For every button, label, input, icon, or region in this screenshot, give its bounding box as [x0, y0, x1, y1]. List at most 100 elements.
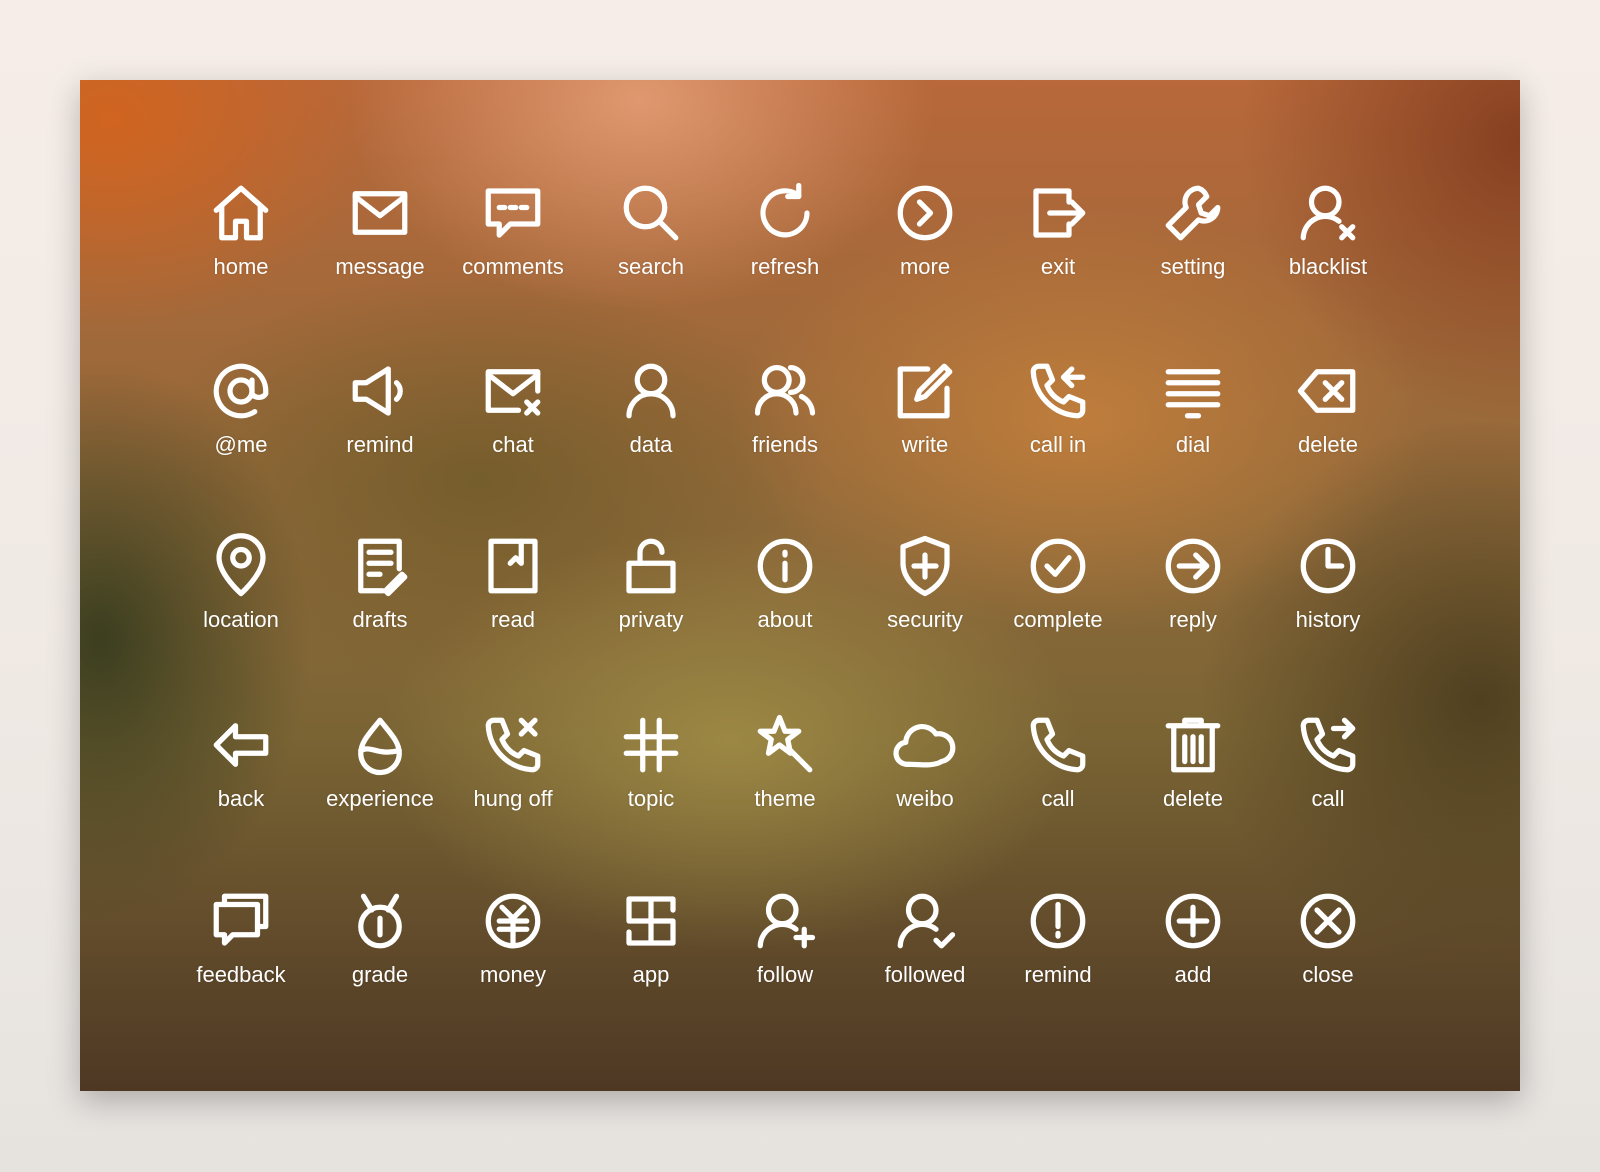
home-icon [213, 185, 269, 241]
icon-tile-read: read [448, 533, 578, 633]
drop-icon [358, 717, 402, 776]
icon-tile-experience: experience [315, 712, 445, 812]
icon-tile-exit: exit [993, 180, 1123, 280]
icon-tile-call: call [1263, 712, 1393, 812]
plus-circle-icon [1165, 893, 1221, 949]
icon-label: more [899, 254, 951, 279]
icon-label: delete [1298, 432, 1358, 457]
icon-label: exit [1040, 254, 1076, 279]
alert-circle-icon [1030, 893, 1086, 949]
icon-tile-followed: followed [860, 888, 990, 988]
phone-x-icon [485, 717, 541, 773]
icon-tile-privaty: privaty [586, 533, 716, 633]
icon-label: experience [326, 786, 434, 811]
icon-tile-me: @me [176, 358, 306, 458]
icon-tile-chat: chat [448, 358, 578, 458]
icon-tile-follow: follow [720, 888, 850, 988]
icon-tile-friends: friends [720, 358, 850, 458]
icon-label: theme [754, 786, 816, 811]
icon-tile-hung-off: hung off [448, 712, 578, 812]
chevron-circle-right-icon [897, 185, 953, 241]
icon-label: delete [1163, 786, 1223, 811]
location-pin-icon [216, 533, 266, 597]
icon-tile-close: close [1263, 888, 1393, 988]
users-icon [754, 365, 816, 416]
icon-label: @me [214, 432, 268, 457]
icon-label: call [1041, 786, 1075, 811]
icon-tile-money: money [448, 888, 578, 988]
icon-tile-search: search [586, 180, 716, 280]
app-icon [626, 896, 676, 946]
user-x-icon [1300, 185, 1356, 241]
icon-label: back [217, 786, 265, 811]
icon-label: blacklist [1288, 254, 1368, 279]
icon-tile-remind: remind [993, 888, 1123, 988]
icon-tile-call-in: call in [993, 358, 1123, 458]
draft-icon [358, 538, 408, 597]
icon-label: complete [1013, 607, 1103, 632]
icon-label: chat [492, 432, 534, 457]
icon-tile-history: history [1263, 533, 1393, 633]
trash-icon [1165, 717, 1221, 773]
check-circle-icon [1030, 538, 1086, 594]
icon-label: friends [751, 432, 819, 457]
phone-incoming-icon [1030, 363, 1086, 419]
x-circle-icon [1300, 893, 1356, 949]
icon-tile-theme: theme [720, 712, 850, 812]
icon-tile-location: location [176, 533, 306, 633]
icon-set-panel: home message comments search refresh more exit… [80, 80, 1520, 1091]
icon-tile-setting: setting [1128, 180, 1258, 280]
icon-tile-delete: delete [1128, 712, 1258, 812]
icon-label: write [901, 432, 949, 457]
clock-icon [1300, 538, 1356, 594]
envelope-x-icon [485, 369, 541, 416]
icon-tile-dial: dial [1128, 358, 1258, 458]
user-plus-icon [757, 893, 816, 949]
comment-bubble-icon [485, 188, 541, 238]
icon-label: home [213, 254, 269, 279]
icon-label: remind [1024, 962, 1092, 987]
icon-tile-app: app [586, 888, 716, 988]
info-icon [757, 538, 813, 594]
cloud-icon [893, 723, 956, 768]
backspace-icon [1297, 369, 1356, 413]
icon-label: call in [1029, 432, 1087, 457]
user-icon [626, 363, 676, 419]
icon-tile-more: more [860, 180, 990, 280]
arrow-circle-right-icon [1165, 538, 1221, 594]
icon-tile-data: data [586, 358, 716, 458]
icon-label: refresh [750, 254, 820, 279]
icon-tile-about: about [720, 533, 850, 633]
magic-star-icon [757, 714, 813, 773]
phone-outgoing-icon [1300, 717, 1356, 773]
icon-tile-add: add [1128, 888, 1258, 988]
unlock-icon [626, 538, 676, 594]
icon-label: remind [346, 432, 414, 457]
exit-icon [1033, 188, 1086, 238]
icon-tile-feedback: feedback [176, 888, 306, 988]
icon-label: dial [1175, 432, 1211, 457]
icon-tile-message: message [315, 180, 445, 280]
icon-tile-drafts: drafts [315, 533, 445, 633]
icon-label: history [1295, 607, 1361, 632]
edit-icon [897, 363, 953, 419]
icon-label: privaty [618, 607, 684, 632]
grade-icon [358, 893, 402, 949]
icon-label: setting [1160, 254, 1226, 279]
arrow-left-icon [213, 723, 269, 767]
book-icon [488, 538, 538, 594]
icon-tile-security: security [860, 533, 990, 633]
icon-label: weibo [896, 786, 954, 811]
icon-tile-back: back [176, 712, 306, 812]
icon-label: hung off [473, 786, 553, 811]
phone-icon [1030, 717, 1086, 773]
icon-tile-complete: complete [993, 533, 1123, 633]
icon-tile-call: call [993, 712, 1123, 812]
icon-label: grade [351, 962, 409, 987]
wrench-icon [1165, 185, 1221, 241]
hash-icon [623, 717, 679, 773]
icon-tile-delete: delete [1263, 358, 1393, 458]
list-icon [1165, 369, 1221, 419]
icon-label: call [1311, 786, 1345, 811]
icon-tile-home: home [176, 180, 306, 280]
